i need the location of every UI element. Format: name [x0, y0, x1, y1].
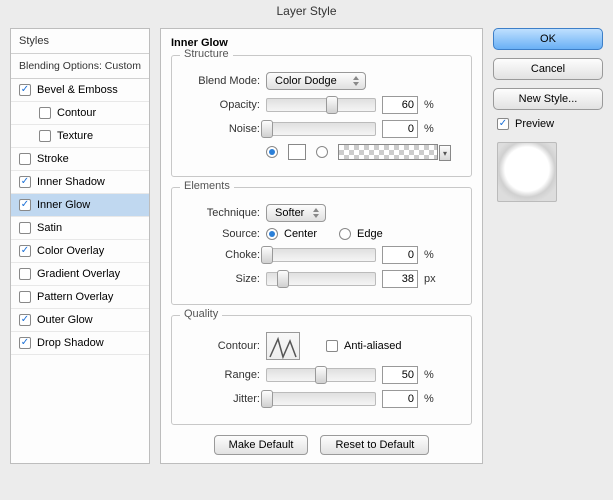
size-slider[interactable] — [266, 272, 376, 286]
reset-default-button[interactable]: Reset to Default — [320, 435, 429, 455]
style-item-bevel-emboss[interactable]: Bevel & Emboss — [11, 79, 149, 102]
style-item-contour[interactable]: Contour — [11, 102, 149, 125]
elements-legend: Elements — [180, 180, 234, 192]
choke-label: Choke: — [182, 249, 260, 261]
style-checkbox[interactable] — [19, 153, 31, 165]
size-input[interactable] — [382, 270, 418, 288]
style-label: Outer Glow — [37, 314, 93, 326]
range-slider[interactable] — [266, 368, 376, 382]
style-checkbox[interactable] — [19, 199, 31, 211]
range-input[interactable] — [382, 366, 418, 384]
size-label: Size: — [182, 273, 260, 285]
structure-group: Structure Blend Mode: Color Dodge Opacit… — [171, 55, 472, 177]
blend-mode-select[interactable]: Color Dodge — [266, 72, 366, 90]
make-default-button[interactable]: Make Default — [214, 435, 309, 455]
style-item-gradient-overlay[interactable]: Gradient Overlay — [11, 263, 149, 286]
source-center-radio[interactable] — [266, 228, 278, 240]
contour-icon — [268, 335, 298, 359]
style-checkbox[interactable] — [19, 84, 31, 96]
blend-mode-label: Blend Mode: — [182, 75, 260, 87]
opacity-unit: % — [424, 99, 440, 111]
style-label: Drop Shadow — [37, 337, 104, 349]
choke-input[interactable] — [382, 246, 418, 264]
style-checkbox[interactable] — [19, 176, 31, 188]
noise-unit: % — [424, 123, 440, 135]
style-label: Color Overlay — [37, 245, 104, 257]
style-item-color-overlay[interactable]: Color Overlay — [11, 240, 149, 263]
style-label: Bevel & Emboss — [37, 84, 118, 96]
ok-button[interactable]: OK — [493, 28, 603, 50]
style-label: Satin — [37, 222, 62, 234]
jitter-label: Jitter: — [182, 393, 260, 405]
source-edge-radio[interactable] — [339, 228, 351, 240]
gradient-picker[interactable] — [338, 144, 438, 160]
quality-legend: Quality — [180, 308, 222, 320]
right-panel: OK Cancel New Style... Preview — [493, 28, 603, 464]
settings-panel: Inner Glow Structure Blend Mode: Color D… — [160, 28, 483, 464]
contour-label: Contour: — [182, 340, 260, 352]
gradient-radio[interactable] — [316, 146, 328, 158]
technique-select[interactable]: Softer — [266, 204, 326, 222]
source-label: Source: — [182, 228, 260, 240]
style-item-inner-glow[interactable]: Inner Glow — [11, 194, 149, 217]
style-label: Pattern Overlay — [37, 291, 113, 303]
style-checkbox[interactable] — [19, 337, 31, 349]
style-label: Texture — [57, 130, 93, 142]
blending-options[interactable]: Blending Options: Custom — [11, 54, 149, 79]
styles-panel: Styles Blending Options: Custom Bevel & … — [10, 28, 150, 464]
style-item-outer-glow[interactable]: Outer Glow — [11, 309, 149, 332]
new-style-button[interactable]: New Style... — [493, 88, 603, 110]
style-label: Inner Shadow — [37, 176, 105, 188]
style-checkbox[interactable] — [19, 291, 31, 303]
source-center-label: Center — [284, 228, 317, 240]
choke-slider[interactable] — [266, 248, 376, 262]
gradient-dropdown-icon[interactable] — [439, 145, 451, 161]
style-checkbox[interactable] — [19, 268, 31, 280]
style-label: Inner Glow — [37, 199, 90, 211]
elements-group: Elements Technique: Softer Source: Cente… — [171, 187, 472, 305]
style-item-drop-shadow[interactable]: Drop Shadow — [11, 332, 149, 355]
source-edge-label: Edge — [357, 228, 383, 240]
color-swatch[interactable] — [288, 144, 306, 160]
size-unit: px — [424, 273, 440, 285]
style-label: Contour — [57, 107, 96, 119]
style-item-stroke[interactable]: Stroke — [11, 148, 149, 171]
style-item-satin[interactable]: Satin — [11, 217, 149, 240]
color-radio[interactable] — [266, 146, 278, 158]
antialiased-label: Anti-aliased — [344, 340, 401, 352]
styles-header[interactable]: Styles — [11, 29, 149, 54]
range-unit: % — [424, 369, 440, 381]
range-label: Range: — [182, 369, 260, 381]
preview-checkbox[interactable] — [497, 118, 509, 130]
jitter-unit: % — [424, 393, 440, 405]
style-item-inner-shadow[interactable]: Inner Shadow — [11, 171, 149, 194]
antialiased-checkbox[interactable] — [326, 340, 338, 352]
preview-thumbnail — [497, 142, 557, 202]
style-checkbox[interactable] — [19, 314, 31, 326]
jitter-input[interactable] — [382, 390, 418, 408]
opacity-label: Opacity: — [182, 99, 260, 111]
style-item-pattern-overlay[interactable]: Pattern Overlay — [11, 286, 149, 309]
technique-label: Technique: — [182, 207, 260, 219]
style-label: Gradient Overlay — [37, 268, 120, 280]
opacity-input[interactable] — [382, 96, 418, 114]
preview-label: Preview — [515, 118, 554, 130]
style-label: Stroke — [37, 153, 69, 165]
noise-input[interactable] — [382, 120, 418, 138]
structure-legend: Structure — [180, 48, 233, 60]
noise-label: Noise: — [182, 123, 260, 135]
opacity-slider[interactable] — [266, 98, 376, 112]
contour-picker[interactable] — [266, 332, 300, 360]
style-checkbox[interactable] — [39, 107, 51, 119]
style-checkbox[interactable] — [19, 222, 31, 234]
quality-group: Quality Contour: Anti-aliased Range: % J… — [171, 315, 472, 425]
style-checkbox[interactable] — [39, 130, 51, 142]
noise-slider[interactable] — [266, 122, 376, 136]
cancel-button[interactable]: Cancel — [493, 58, 603, 80]
window-title: Layer Style — [0, 0, 613, 22]
style-checkbox[interactable] — [19, 245, 31, 257]
choke-unit: % — [424, 249, 440, 261]
jitter-slider[interactable] — [266, 392, 376, 406]
style-item-texture[interactable]: Texture — [11, 125, 149, 148]
